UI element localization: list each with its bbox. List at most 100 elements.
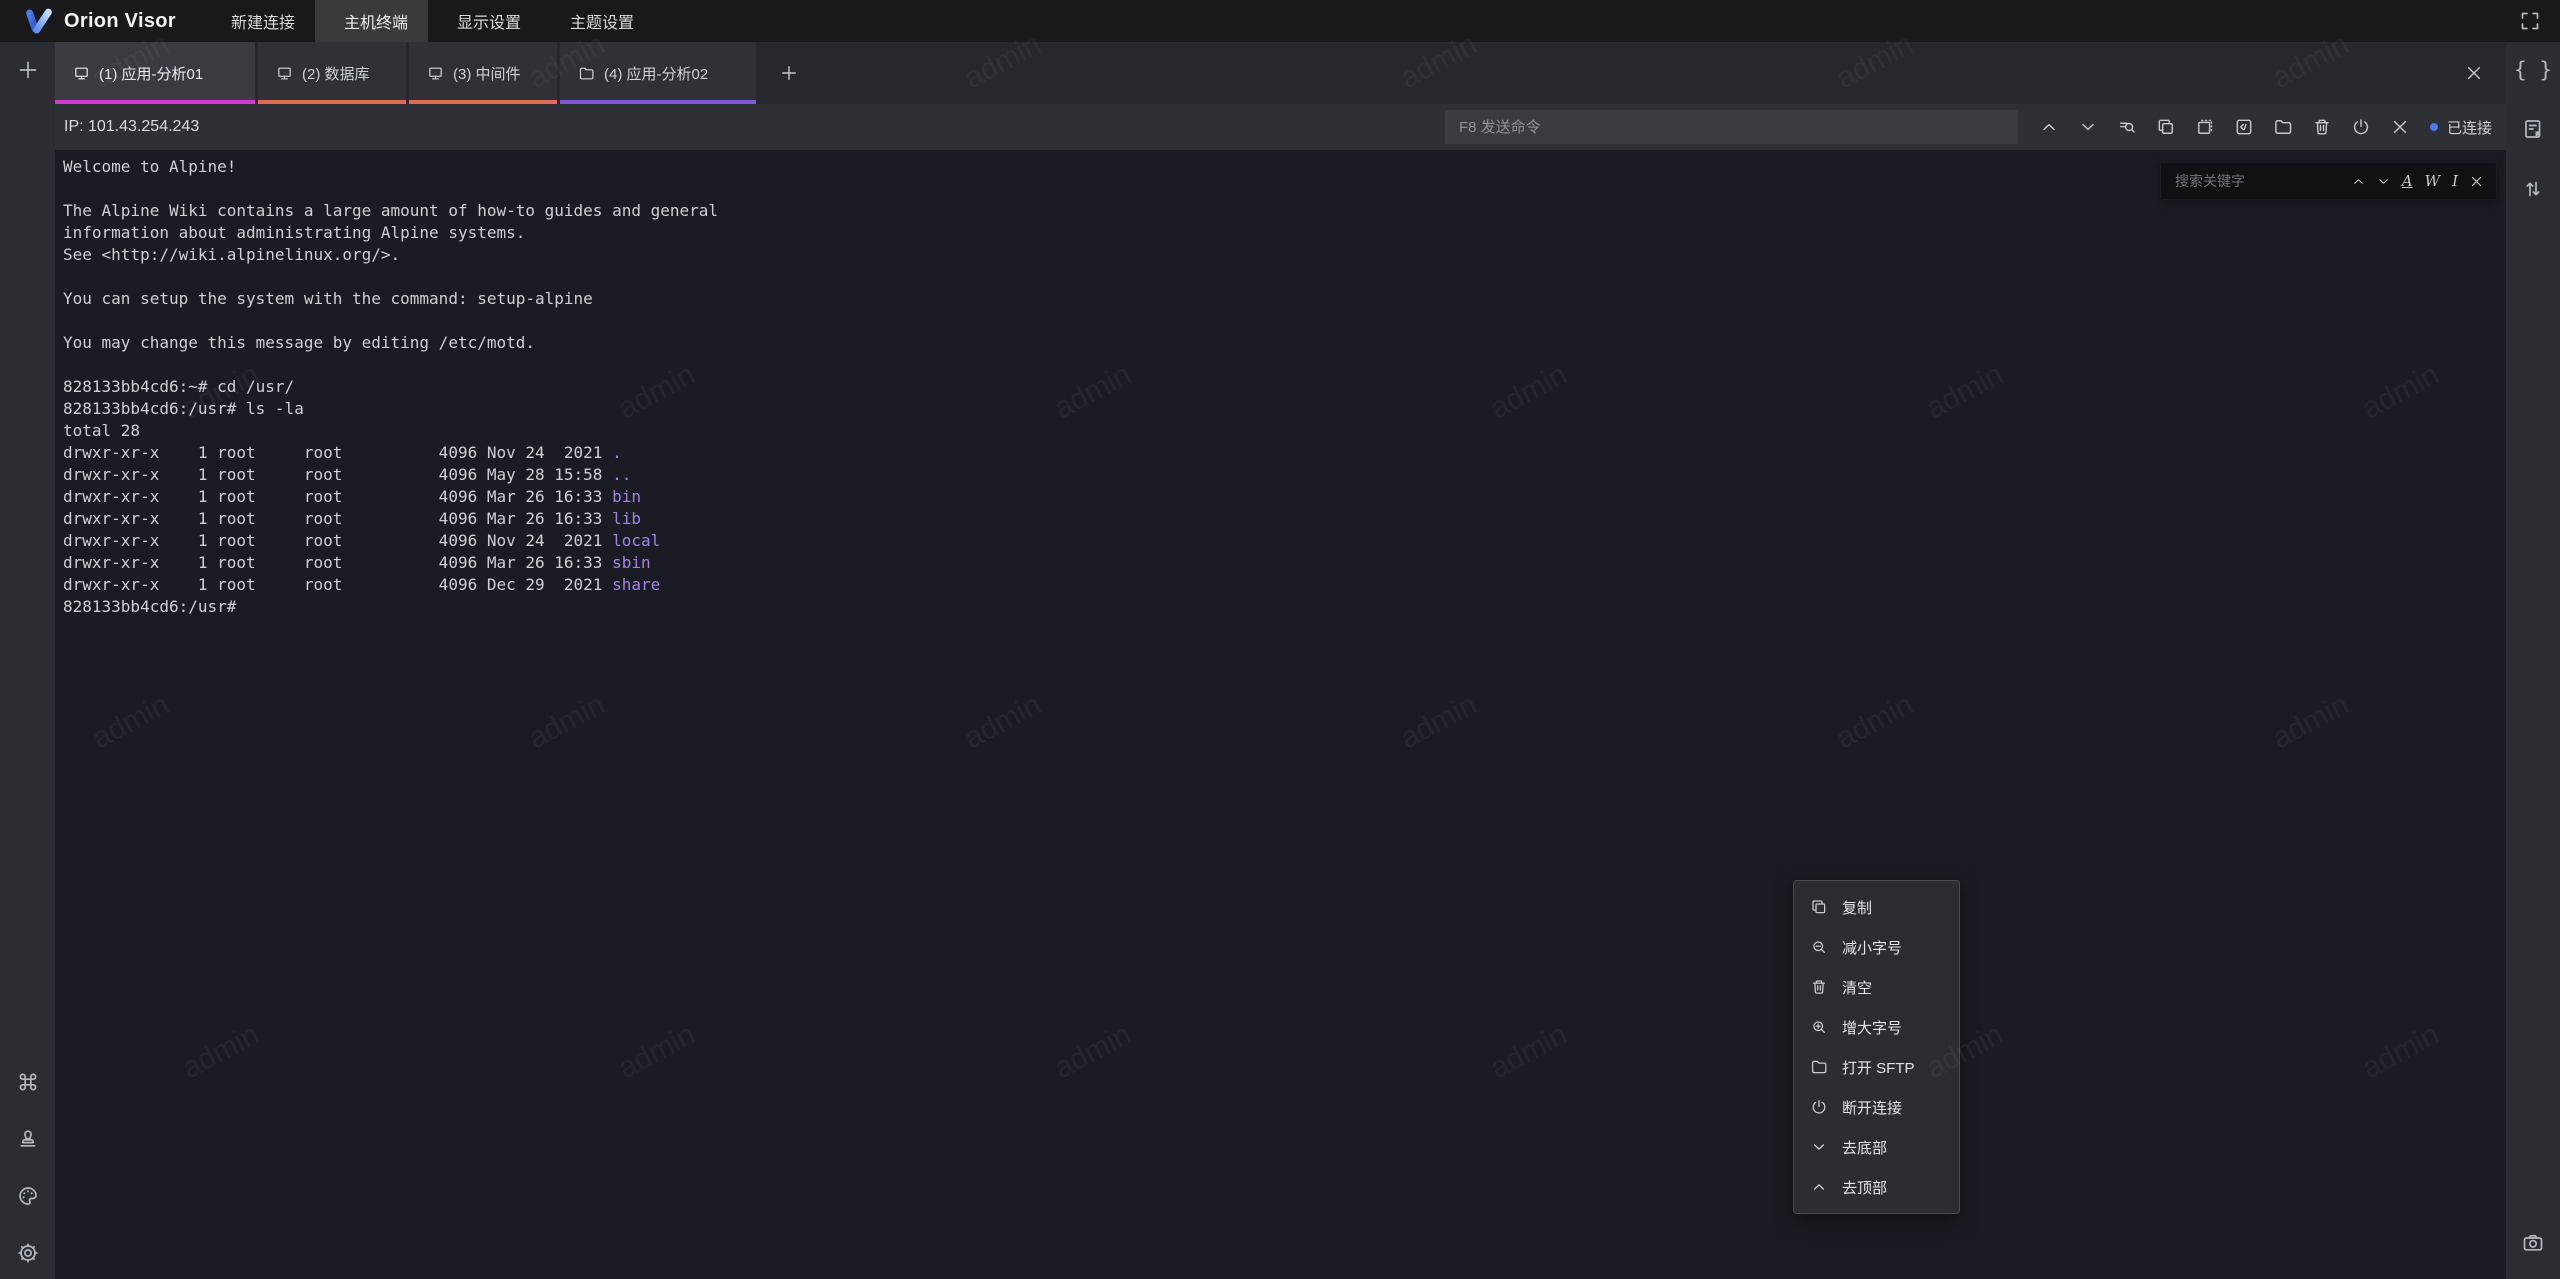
clear-button[interactable] bbox=[2303, 117, 2342, 137]
tab-1[interactable]: (1) 应用-分析01 bbox=[55, 42, 255, 104]
top-bar: Orion Visor 新建连接 主机终端显示设置主题设置 bbox=[0, 0, 2560, 42]
terminal-viewport[interactable]: Welcome to Alpine! The Alpine Wiki conta… bbox=[55, 150, 2506, 1279]
terminal-line: drwxr-xr-x 1 root root 4096 Mar 26 16:33… bbox=[63, 508, 2506, 530]
search-prev-button[interactable] bbox=[2349, 172, 2368, 191]
terminal-line bbox=[63, 310, 2506, 332]
terminal-line: drwxr-xr-x 1 root root 4096 Mar 26 16:33… bbox=[63, 552, 2506, 574]
menu-copy-label: 复制 bbox=[1842, 897, 1872, 918]
terminal-line: drwxr-xr-x 1 root root 4096 Nov 24 2021 … bbox=[63, 530, 2506, 552]
power-icon bbox=[2351, 117, 2371, 137]
rail-variables-button[interactable]: { } bbox=[2514, 60, 2552, 81]
main-area: (1) 应用-分析01 (2) 数据库 (3) 中间件 (4) 应用-分析02 IP:… bbox=[55, 42, 2506, 1279]
close-terminal-button[interactable] bbox=[2381, 117, 2420, 137]
rail-shortcut-button[interactable] bbox=[16, 1070, 40, 1094]
plus-icon bbox=[779, 63, 799, 83]
palette-icon bbox=[16, 1184, 40, 1208]
scroll-down-button[interactable] bbox=[2069, 117, 2108, 137]
snippet-button[interactable] bbox=[2225, 117, 2264, 137]
search-next-button[interactable] bbox=[2374, 172, 2393, 191]
sftp-button[interactable] bbox=[2264, 117, 2303, 137]
menu-host-terminal[interactable]: 主机终端 bbox=[315, 0, 428, 42]
rail-new-connection-button[interactable] bbox=[16, 58, 40, 82]
plus-icon bbox=[16, 58, 40, 82]
menu-go-bottom-label: 去底部 bbox=[1842, 1137, 1887, 1158]
menu-increase-font[interactable]: 增大字号 bbox=[1794, 1007, 1959, 1047]
copy-button[interactable] bbox=[2147, 117, 2186, 137]
directory-name: bin bbox=[612, 487, 641, 506]
close-icon bbox=[2469, 174, 2484, 189]
search-keyword-input[interactable] bbox=[2161, 173, 2349, 189]
menu-go-bottom[interactable]: 去底部 bbox=[1794, 1127, 1959, 1167]
status-label: 已连接 bbox=[2447, 117, 2492, 138]
terminal-line: drwxr-xr-x 1 root root 4096 Mar 26 16:33… bbox=[63, 486, 2506, 508]
menu-copy[interactable]: 复制 bbox=[1794, 887, 1959, 927]
code-square-icon bbox=[2234, 117, 2254, 137]
trash-icon bbox=[2312, 117, 2332, 137]
new-tab-button[interactable] bbox=[773, 62, 805, 84]
copy-icon bbox=[1810, 898, 1828, 916]
stamp-icon bbox=[16, 1127, 40, 1151]
right-rail: { } bbox=[2506, 42, 2560, 1279]
close-icon bbox=[2464, 63, 2484, 83]
menu-clear[interactable]: 清空 bbox=[1794, 967, 1959, 1007]
rail-screenshot-button[interactable] bbox=[2521, 1231, 2545, 1255]
terminal-line: 828133bb4cd6:/usr# bbox=[63, 596, 2506, 618]
match-case-toggle[interactable]: A bbox=[2399, 173, 2416, 190]
terminal-line: drwxr-xr-x 1 root root 4096 Dec 29 2021 … bbox=[63, 574, 2506, 596]
close-icon bbox=[2390, 117, 2410, 137]
rail-settings-button[interactable] bbox=[16, 1241, 40, 1265]
terminal-search-panel: AWI bbox=[2160, 162, 2497, 200]
menu-disconnect[interactable]: 断开连接 bbox=[1794, 1087, 1959, 1127]
rail-docs-button[interactable] bbox=[2521, 117, 2545, 141]
terminal-output: Welcome to Alpine! The Alpine Wiki conta… bbox=[55, 150, 2506, 618]
scroll-up-button[interactable] bbox=[2030, 117, 2069, 137]
chevron-down-icon bbox=[2376, 174, 2391, 189]
chevron-down-icon bbox=[2078, 117, 2098, 137]
tab-label: (4) 应用-分析02 bbox=[604, 63, 708, 84]
search-close-button[interactable] bbox=[2467, 172, 2486, 191]
gear-icon bbox=[16, 1241, 40, 1265]
menu-open-sftp[interactable]: 打开 SFTP bbox=[1794, 1047, 1959, 1087]
terminal-line: 828133bb4cd6:~# cd /usr/ bbox=[63, 376, 2506, 398]
menu-new-connection[interactable]: 新建连接 bbox=[202, 0, 315, 42]
chevron-up-icon bbox=[2039, 117, 2059, 137]
send-command-input[interactable] bbox=[1445, 110, 2018, 144]
chevron-down-icon bbox=[1810, 1138, 1828, 1156]
paste-button[interactable] bbox=[2186, 117, 2225, 137]
regex-toggle[interactable]: I bbox=[2449, 173, 2461, 190]
fullscreen-button[interactable] bbox=[2518, 9, 2542, 33]
menu-clear-label: 清空 bbox=[1842, 977, 1872, 998]
whole-word-toggle[interactable]: W bbox=[2422, 173, 2443, 190]
close-all-tabs-button[interactable] bbox=[2458, 62, 2490, 84]
folder-icon bbox=[2273, 117, 2293, 137]
menu-theme-settings[interactable]: 主题设置 bbox=[541, 0, 654, 42]
doc-bookmark-icon bbox=[2521, 117, 2545, 141]
terminal-actions bbox=[2030, 117, 2420, 137]
menu-decrease-font[interactable]: 减小字号 bbox=[1794, 927, 1959, 967]
terminal-line: information about administrating Alpine … bbox=[63, 222, 2506, 244]
tab-label: (1) 应用-分析01 bbox=[99, 63, 203, 84]
rail-theme-settings-button[interactable] bbox=[16, 1184, 40, 1208]
menu-display-settings[interactable]: 显示设置 bbox=[428, 0, 541, 42]
rail-scroll-button[interactable] bbox=[2521, 177, 2545, 201]
search-button[interactable] bbox=[2108, 117, 2147, 137]
brand: Orion Visor bbox=[0, 8, 176, 35]
menu-go-top[interactable]: 去顶部 bbox=[1794, 1167, 1959, 1207]
tab-4[interactable]: (4) 应用-分析02 bbox=[560, 42, 756, 104]
tab-label: (2) 数据库 bbox=[302, 63, 370, 84]
disconnect-button[interactable] bbox=[2342, 117, 2381, 137]
monitor-icon bbox=[427, 65, 444, 82]
menu-open-sftp-label: 打开 SFTP bbox=[1842, 1057, 1915, 1078]
menu-increase-font-label: 增大字号 bbox=[1842, 1017, 1902, 1038]
zoom-out-icon bbox=[1810, 938, 1828, 956]
menu-host-terminal-label: 主机终端 bbox=[344, 9, 408, 33]
connection-bar-right: 已连接 bbox=[1445, 110, 2506, 144]
tab-underline bbox=[258, 100, 406, 104]
terminal-line: The Alpine Wiki contains a large amount … bbox=[63, 200, 2506, 222]
connection-bar: IP: 101.43.254.243 已连接 bbox=[55, 104, 2506, 150]
rail-display-settings-button[interactable] bbox=[16, 1127, 40, 1151]
ip-label: IP: 101.43.254.243 bbox=[55, 118, 199, 136]
tab-3[interactable]: (3) 中间件 bbox=[409, 42, 557, 104]
tab-2[interactable]: (2) 数据库 bbox=[258, 42, 406, 104]
menu-new-connection-label: 新建连接 bbox=[231, 9, 295, 33]
